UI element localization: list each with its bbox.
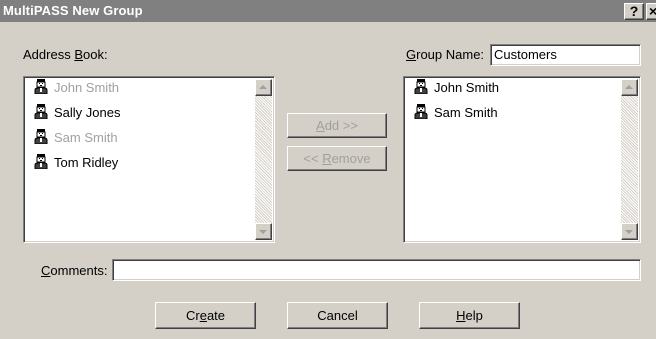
list-item-name: Sam Smith — [434, 105, 498, 120]
address-book-label-rest: ook: — [82, 47, 108, 62]
comments-label-rest: omments: — [50, 263, 108, 278]
add-button-mnemonic: A — [316, 118, 325, 133]
help-button-label: elp — [465, 308, 483, 323]
remove-button[interactable]: << Remove — [287, 146, 387, 171]
group-members-list[interactable]: John Smith Sam Smith — [403, 76, 641, 243]
group-name-label-rest: roup Name: — [416, 47, 485, 62]
address-book-label: Address Book: — [23, 47, 108, 62]
list-item-name: Sam Smith — [54, 130, 118, 145]
group-member-item[interactable]: Sam Smith — [414, 104, 498, 122]
remove-button-mnemonic: R — [322, 151, 332, 166]
create-button[interactable]: Create — [155, 302, 256, 329]
address-book-item[interactable]: Sally Jones — [34, 104, 120, 122]
comments-input[interactable] — [112, 259, 641, 281]
scroll-down-button[interactable] — [255, 223, 272, 240]
comments-label-mnemonic: C — [41, 263, 51, 278]
close-button[interactable]: × — [646, 3, 656, 20]
chevron-up-icon — [625, 85, 633, 89]
group-name-label-mnemonic: G — [406, 47, 417, 62]
help-button-mnemonic: H — [456, 308, 466, 323]
address-book-label-part: Address — [23, 47, 75, 62]
question-mark-icon: ? — [629, 3, 639, 19]
window-title: MultiPASS New Group — [3, 3, 143, 18]
list-item-name: Sally Jones — [54, 105, 121, 120]
create-button-label-rest: ate — [206, 308, 226, 323]
person-icon — [34, 154, 48, 169]
cancel-button-label: Cancel — [317, 308, 358, 323]
address-book-label-mnemonic: B — [74, 47, 83, 62]
create-button-mnemonic: e — [199, 308, 207, 323]
create-button-label: Cr — [185, 308, 200, 323]
scroll-up-button[interactable] — [621, 79, 638, 96]
address-book-scrollbar[interactable] — [255, 79, 272, 240]
chevron-down-icon — [625, 230, 633, 234]
person-icon — [34, 79, 48, 94]
list-item-name: Tom Ridley — [54, 155, 119, 170]
person-icon — [414, 79, 428, 94]
address-book-item[interactable]: Tom Ridley — [34, 154, 118, 172]
person-icon — [414, 104, 428, 119]
cancel-button[interactable]: Cancel — [287, 302, 388, 329]
help-question-button[interactable]: ? — [624, 3, 644, 20]
add-button[interactable]: Add >> — [287, 113, 387, 138]
chevron-up-icon — [259, 85, 267, 89]
title-bar: MultiPASS New Group ? × — [0, 0, 656, 22]
group-name-label: Group Name: — [406, 47, 484, 62]
address-book-item[interactable]: Sam Smith — [34, 129, 118, 147]
help-button[interactable]: Help — [419, 302, 520, 329]
scroll-up-button[interactable] — [255, 79, 272, 96]
group-name-value: Customers — [494, 47, 557, 62]
person-icon — [34, 129, 48, 144]
remove-button-label: emove — [331, 151, 371, 166]
list-item-name: John Smith — [54, 80, 120, 95]
group-members-scrollbar[interactable] — [621, 79, 638, 240]
list-item-name: John Smith — [434, 80, 500, 95]
group-member-item[interactable]: John Smith — [414, 79, 499, 97]
person-icon — [34, 104, 48, 119]
group-name-input[interactable]: Customers — [490, 44, 641, 66]
scroll-down-button[interactable] — [621, 223, 638, 240]
address-book-list[interactable]: John Smith Sally Jones Sam Smith Tom Ridley — [23, 76, 275, 243]
add-button-label: dd >> — [324, 118, 358, 133]
close-icon: × — [649, 4, 656, 19]
address-book-item[interactable]: John Smith — [34, 79, 119, 97]
comments-label: Comments: — [41, 263, 107, 278]
chevron-down-icon — [259, 230, 267, 234]
remove-button-prefix: << — [303, 151, 323, 166]
